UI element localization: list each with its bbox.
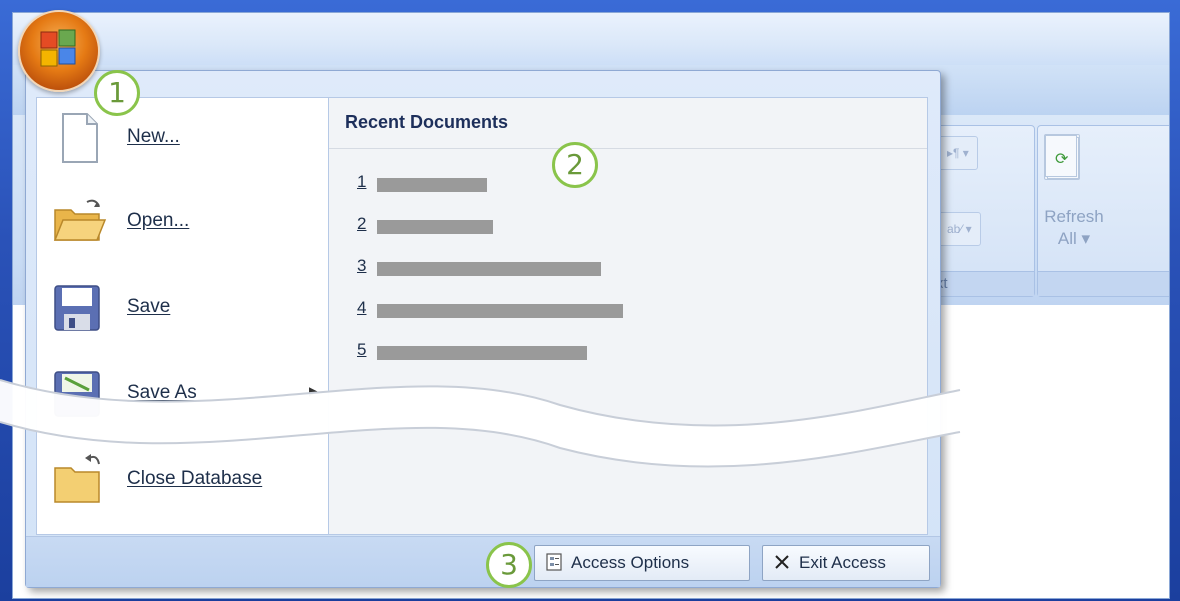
office-menu-footer: Access Options Exit Access (26, 536, 940, 587)
recent-documents-divider (329, 148, 927, 149)
callout-2: 2 (552, 142, 598, 188)
recent-document-name-redacted (377, 220, 493, 234)
ribbon-replace-button[interactable]: ab⁄ ▾ (938, 212, 981, 246)
close-icon (775, 555, 789, 569)
menu-item-save-label: Save (127, 296, 171, 317)
office-logo-icon (40, 29, 76, 67)
new-document-icon (62, 113, 98, 163)
menu-item-new[interactable]: New... (37, 100, 329, 180)
refresh-all-icon[interactable]: ⟳ (1044, 134, 1080, 180)
menu-item-open-label: Open... (127, 210, 190, 231)
menu-item-save[interactable]: Save (37, 270, 329, 350)
recent-document-number: 5 (357, 340, 367, 359)
recent-document-name-redacted (377, 178, 487, 192)
recent-documents-title: Recent Documents (345, 112, 509, 132)
exit-access-label: Exit Access (799, 553, 886, 572)
callout-1: 1 (94, 70, 140, 116)
recent-document-name-redacted (377, 346, 587, 360)
refresh-label-line2: All ▾ (1057, 229, 1091, 248)
recent-document-name-redacted (377, 304, 623, 318)
open-folder-icon (53, 199, 107, 241)
ribbon-paragraph-button[interactable]: ▸¶ ▾ (938, 136, 978, 170)
office-menu: New... Open... Save Save As ▶ Close Data… (25, 70, 941, 588)
recent-document-number: 1 (357, 172, 367, 191)
office-button[interactable] (18, 10, 100, 92)
menu-item-new-label: New... (127, 126, 180, 147)
refresh-all-label[interactable]: Refresh All ▾ (1034, 206, 1114, 250)
page-tear-overlay (0, 379, 961, 468)
callout-3: 3 (486, 542, 532, 588)
recent-document-number: 3 (357, 256, 367, 275)
menu-item-open[interactable]: Open... (37, 184, 329, 264)
ribbon-group-label-records (1038, 271, 1169, 296)
refresh-arrow-icon: ⟳ (1055, 151, 1069, 168)
recent-document-name-redacted (377, 262, 601, 276)
recent-document-number: 4 (357, 298, 367, 317)
exit-access-button[interactable]: Exit Access (762, 545, 930, 581)
title-bar (13, 13, 1169, 65)
floppy-disk-icon (54, 285, 100, 331)
access-options-button[interactable]: Access Options (534, 545, 750, 581)
access-options-label: Access Options (571, 553, 690, 572)
recent-document-number: 2 (357, 214, 367, 233)
refresh-label-line1: Refresh (1044, 207, 1104, 226)
options-icon (546, 553, 562, 571)
